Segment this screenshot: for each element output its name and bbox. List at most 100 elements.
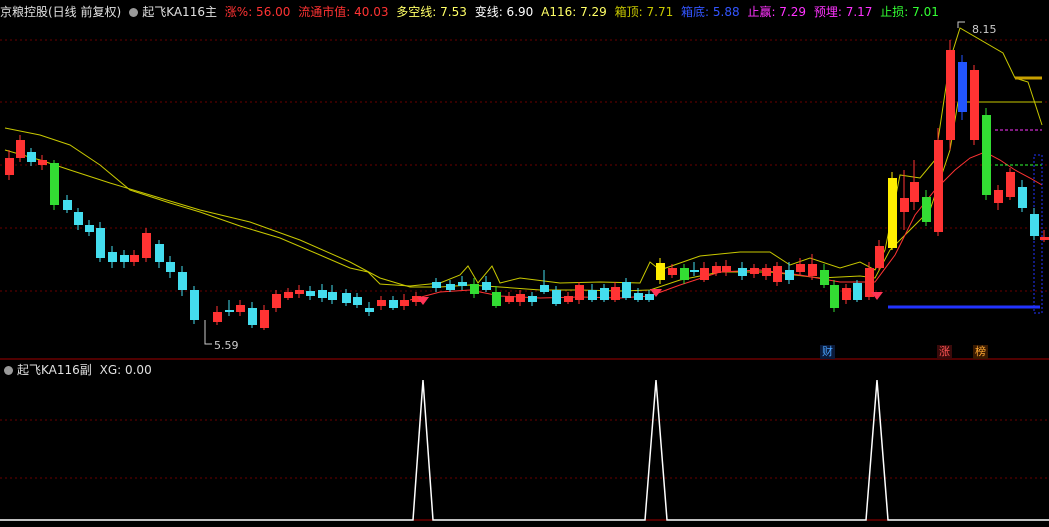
- candle-body: [668, 268, 677, 275]
- candle-body: [190, 290, 199, 320]
- candle-body: [762, 268, 771, 276]
- candle-body: [85, 225, 94, 232]
- candle-body: [74, 212, 83, 225]
- ma2-line: [4, 101, 1042, 292]
- candle-body: [982, 115, 991, 195]
- candle-body: [492, 292, 501, 306]
- tag-finance[interactable]: 财: [820, 345, 835, 359]
- candle-body: [27, 152, 36, 162]
- high-pointer: [957, 21, 965, 28]
- candle-body: [970, 70, 979, 140]
- candle-body: [634, 293, 643, 300]
- candle-body: [820, 270, 829, 285]
- sub-header: 起飞KA116副 XG: 0.00: [0, 361, 156, 379]
- candle-body: [142, 233, 151, 258]
- candle-body: [272, 294, 281, 308]
- candle-body: [622, 282, 631, 298]
- candle-body: [120, 255, 129, 262]
- candle-body: [470, 284, 479, 294]
- candle-body: [796, 264, 805, 272]
- candle-body: [130, 255, 139, 262]
- candle-body: [108, 252, 117, 262]
- candle-body: [690, 270, 699, 272]
- candle-body: [505, 296, 514, 302]
- candle-body: [645, 294, 654, 300]
- red-curve: [409, 151, 1043, 301]
- candle-body: [528, 296, 537, 302]
- xg-value: XG: 0.00: [99, 363, 152, 377]
- candle-body: [166, 262, 175, 272]
- candle-body: [318, 290, 327, 298]
- candle-body: [38, 160, 47, 165]
- candle-body: [564, 296, 573, 302]
- chart-canvas[interactable]: 8.15 5.59: [0, 0, 1049, 527]
- candle-body: [540, 285, 549, 292]
- candle-body: [260, 310, 269, 328]
- candle-body: [155, 244, 164, 262]
- candle-body: [842, 288, 851, 300]
- candle-body: [63, 200, 72, 210]
- candle-body: [853, 283, 862, 300]
- candle-body: [994, 190, 1003, 203]
- candle-body: [680, 268, 689, 280]
- candle-body: [295, 290, 304, 294]
- candle-body: [575, 285, 584, 300]
- candle-body: [353, 297, 362, 305]
- candle-body: [922, 197, 931, 222]
- xg-line: [0, 379, 1049, 521]
- low-pointer: [204, 320, 212, 345]
- candle-body: [482, 282, 491, 290]
- candle-body: [328, 292, 337, 300]
- candle-body: [377, 300, 386, 306]
- tag-ranking[interactable]: 榜: [973, 345, 988, 359]
- candle-body: [96, 228, 105, 258]
- sub-formula-toggle-icon[interactable]: [4, 366, 13, 375]
- candle-body: [888, 178, 897, 248]
- candle-body: [785, 270, 794, 280]
- candle-body: [342, 293, 351, 303]
- candlesticks: [5, 40, 1049, 330]
- candle-body: [700, 268, 709, 280]
- candle-body: [910, 182, 919, 202]
- candle-body: [1030, 214, 1039, 236]
- candle-body: [236, 305, 245, 312]
- candle-body: [432, 282, 441, 288]
- candle-body: [446, 284, 455, 290]
- low-label: 5.59: [214, 339, 239, 352]
- candle-body: [306, 291, 315, 296]
- candle-body: [773, 266, 782, 282]
- candle-body: [958, 62, 967, 112]
- candle-body: [808, 264, 817, 276]
- high-label: 8.15: [972, 23, 997, 36]
- candle-body: [900, 198, 909, 212]
- candle-body: [225, 310, 234, 312]
- candle-body: [750, 268, 759, 274]
- candle-body: [946, 50, 955, 140]
- candle-body: [656, 263, 665, 280]
- candle-body: [16, 140, 25, 158]
- candle-body: [5, 158, 14, 175]
- candle-body: [458, 282, 467, 286]
- candle-body: [389, 300, 398, 308]
- candle-body: [248, 308, 257, 325]
- candle-body: [1040, 237, 1049, 240]
- candle-body: [830, 285, 839, 308]
- candle-body: [722, 266, 731, 272]
- candle-body: [213, 312, 222, 322]
- sub-formula-name[interactable]: 起飞KA116副: [17, 363, 92, 377]
- candle-body: [178, 272, 187, 290]
- candle-body: [284, 292, 293, 298]
- candle-body: [552, 290, 561, 304]
- candle-body: [588, 290, 597, 300]
- candle-body: [365, 308, 374, 312]
- candle-body: [611, 287, 620, 300]
- candle-body: [712, 266, 721, 273]
- candle-body: [934, 140, 943, 232]
- tag-limit-up[interactable]: 涨: [937, 345, 952, 359]
- candle-body: [875, 246, 884, 268]
- candle-body: [1006, 172, 1015, 197]
- candle-body: [738, 268, 747, 276]
- candle-body: [1018, 187, 1027, 208]
- candle-body: [400, 300, 409, 306]
- candle-body: [600, 288, 609, 300]
